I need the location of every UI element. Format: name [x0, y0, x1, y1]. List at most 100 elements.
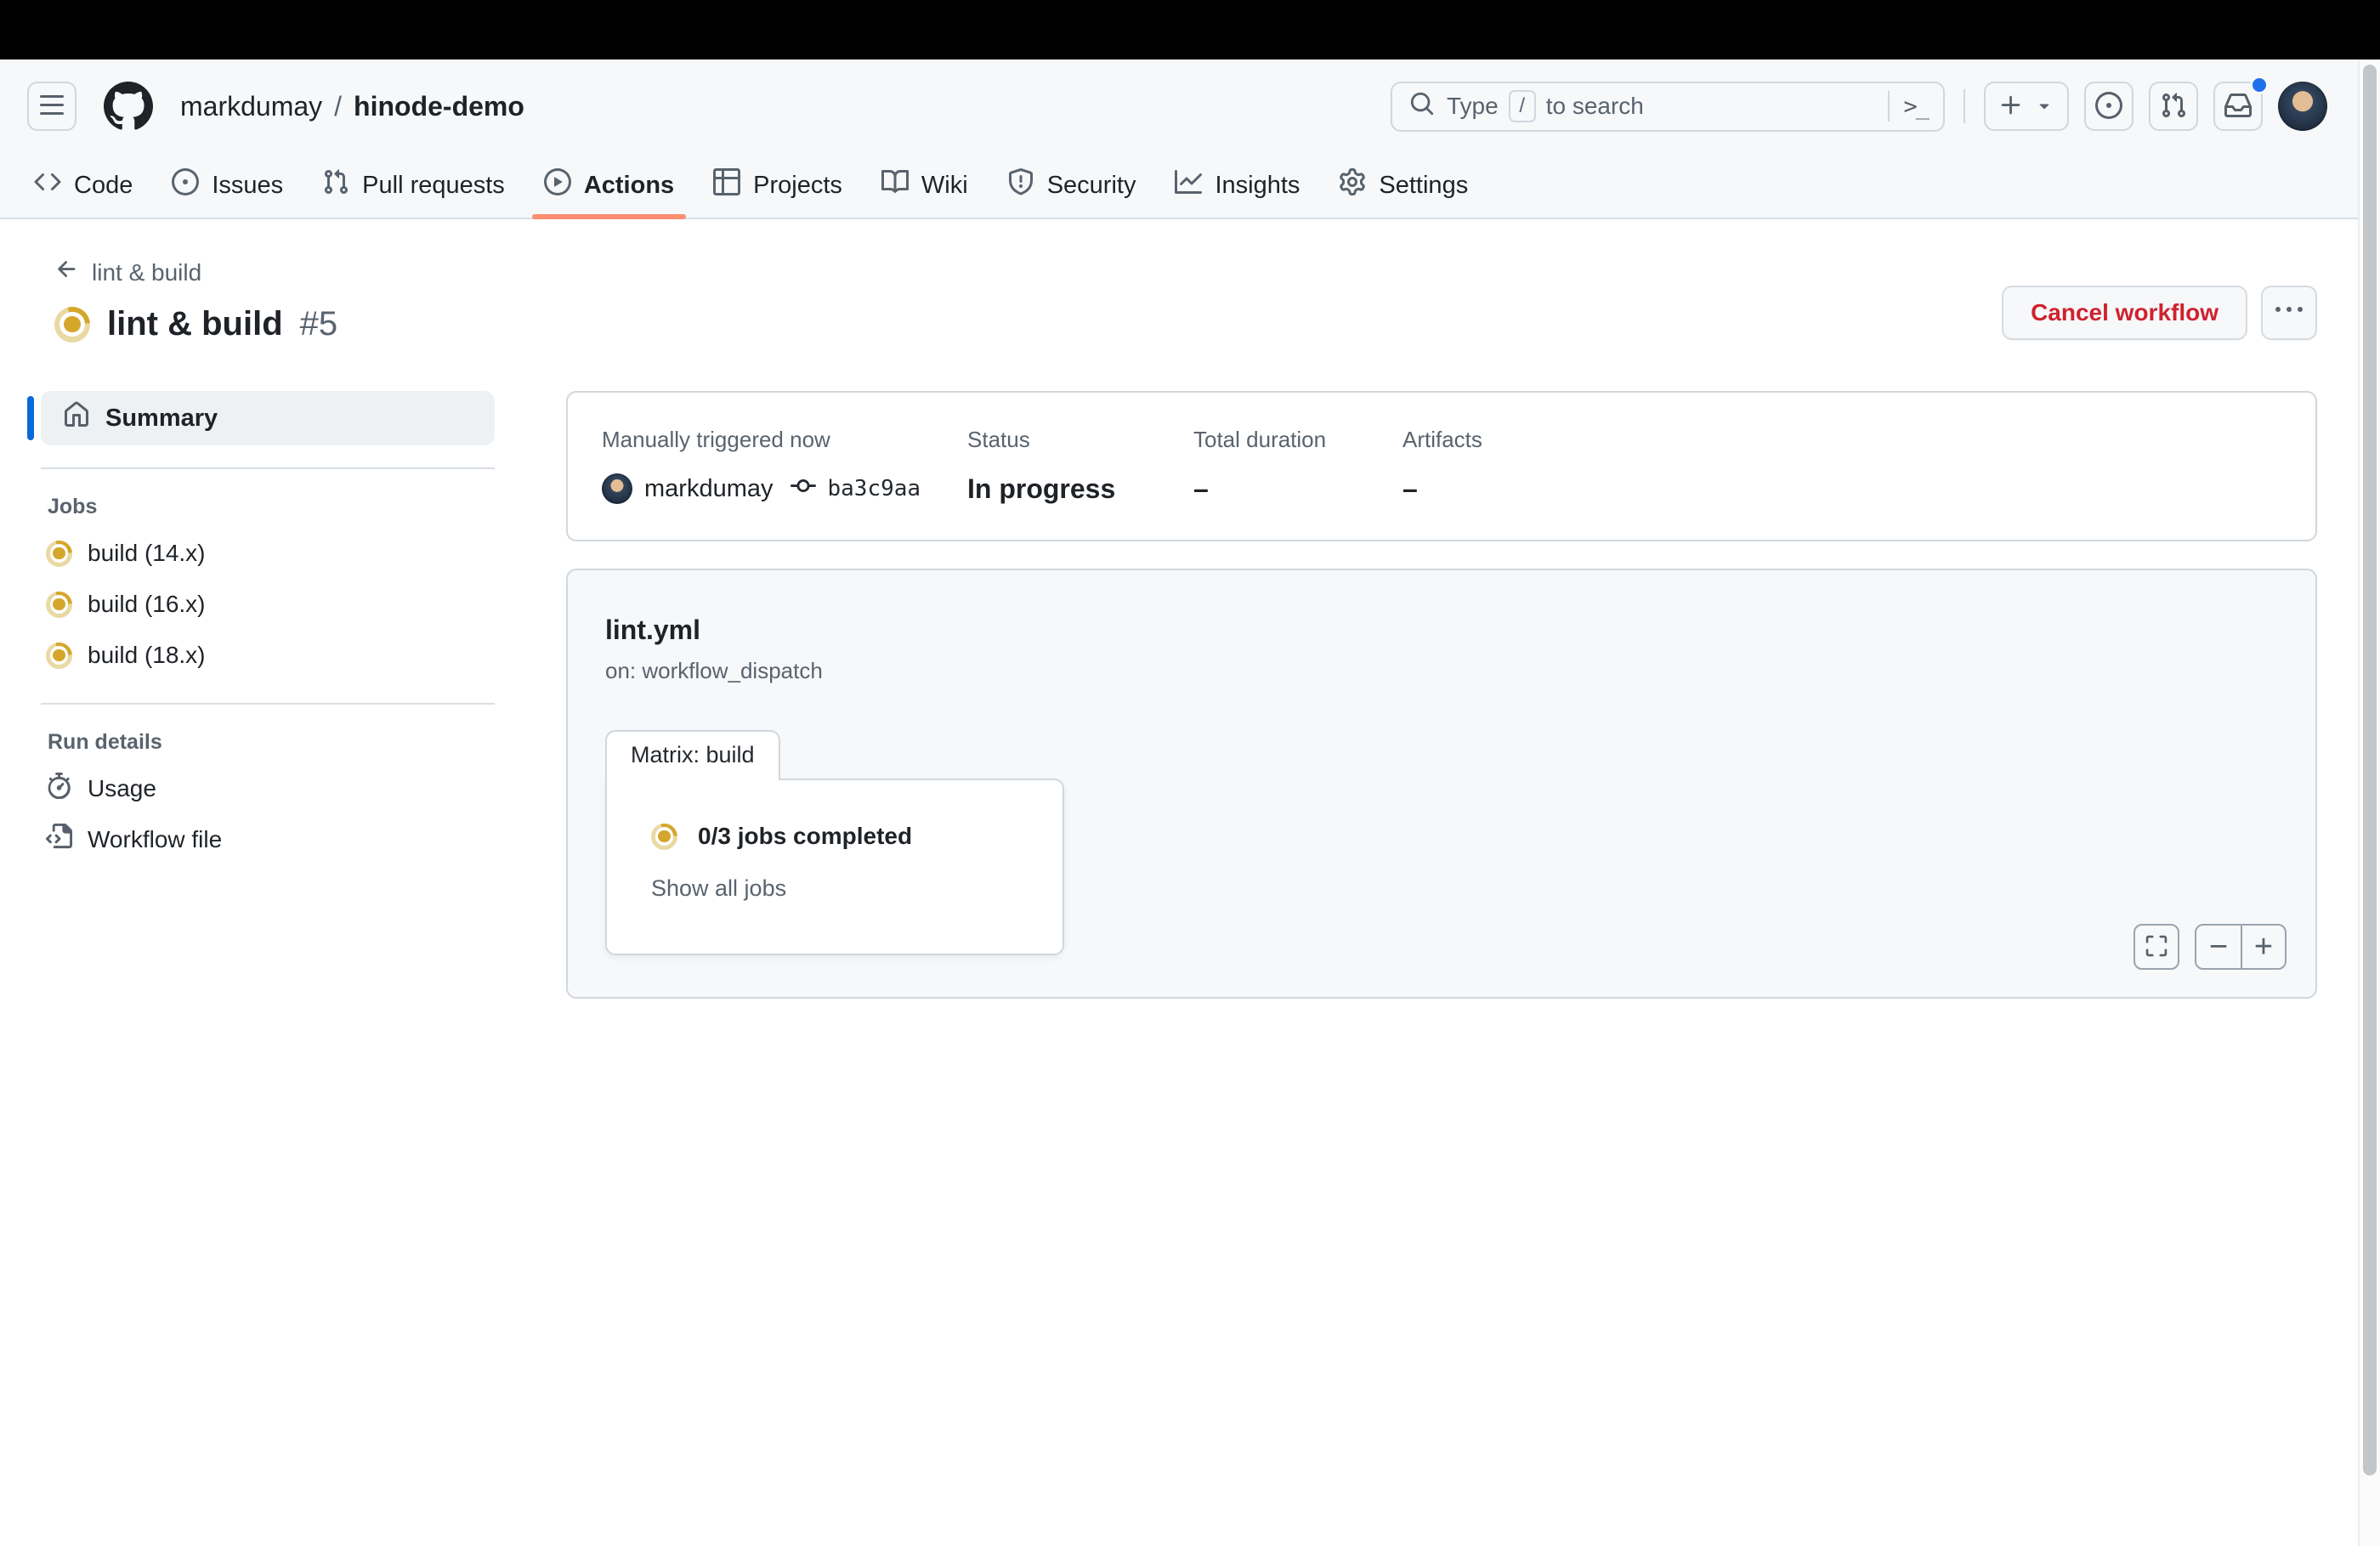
- trigger-label: Manually triggered now: [602, 427, 830, 452]
- search-placeholder-prefix: Type: [1447, 93, 1499, 119]
- search-placeholder-suffix: to search: [1545, 93, 1644, 119]
- tab-actions[interactable]: Actions: [530, 153, 688, 219]
- run-number: #5: [299, 305, 338, 343]
- tab-settings[interactable]: Settings: [1325, 153, 1482, 218]
- tab-issues[interactable]: Issues: [158, 153, 297, 218]
- tab-security[interactable]: Security: [994, 153, 1150, 218]
- create-new-button[interactable]: [1984, 82, 2069, 131]
- actor-login[interactable]: markdumay: [644, 475, 774, 503]
- matrix-job-node[interactable]: 0/3 jobs completed Show all jobs: [605, 779, 1064, 955]
- sidebar-item-summary[interactable]: Summary: [27, 391, 495, 445]
- back-link-label: lint & build: [92, 258, 202, 286]
- screen-full-icon: [2145, 934, 2168, 960]
- issues-global-button[interactable]: [2084, 82, 2134, 131]
- three-bars-icon: [38, 92, 65, 122]
- sidebar-job-item[interactable]: build (14.x): [46, 528, 495, 579]
- kebab-horizontal-icon: [2275, 297, 2303, 330]
- run-summary-card: Manually triggered now markdumay ba3c9aa…: [566, 391, 2317, 541]
- zoom-out-button[interactable]: −: [2196, 926, 2241, 968]
- table-icon: [713, 168, 741, 202]
- in-progress-status-icon: [46, 540, 72, 567]
- home-icon: [63, 401, 90, 435]
- artifacts-column: Artifacts –: [1402, 427, 1482, 506]
- workflow-graph-card: lint.yml on: workflow_dispatch Matrix: b…: [566, 569, 2317, 999]
- node-status-row: 0/3 jobs completed: [651, 823, 1062, 850]
- in-progress-status-icon: [651, 823, 677, 850]
- git-pull-request-icon: [322, 168, 349, 202]
- graph-controls: − +: [2134, 924, 2286, 970]
- arrow-left-icon: [54, 257, 80, 288]
- tab-insights[interactable]: Insights: [1161, 153, 1313, 218]
- run-title-row: lint & build #5: [54, 305, 337, 343]
- tab-wiki[interactable]: Wiki: [868, 153, 982, 218]
- slash-keycap: /: [1508, 90, 1536, 122]
- sidebar-divider: [41, 703, 495, 705]
- status-label: Status: [967, 427, 1030, 452]
- commit-sha-link[interactable]: ba3c9aa: [828, 476, 921, 501]
- tab-label: Code: [74, 171, 133, 199]
- stopwatch-icon: [46, 773, 72, 805]
- back-to-workflow-link[interactable]: lint & build: [54, 257, 201, 288]
- zoom-in-button[interactable]: +: [2241, 926, 2285, 968]
- show-all-jobs-link[interactable]: Show all jobs: [651, 875, 786, 902]
- tab-label: Insights: [1215, 171, 1300, 199]
- scrollbar-thumb[interactable]: [2363, 65, 2377, 1475]
- run-actions: Cancel workflow: [2002, 286, 2317, 340]
- tab-code[interactable]: Code: [20, 153, 146, 218]
- search-input[interactable]: Type / to search >_: [1391, 81, 1945, 132]
- breadcrumb-owner[interactable]: markdumay: [180, 91, 322, 122]
- run-title-block: lint & build lint & build #5: [54, 257, 337, 343]
- search-inner-divider: [1888, 91, 1890, 122]
- tab-label: Wiki: [921, 171, 968, 199]
- matrix-tab[interactable]: Matrix: build: [605, 730, 780, 780]
- job-label: build (18.x): [88, 642, 206, 668]
- notifications-wrap: [2213, 76, 2269, 131]
- command-palette-trigger[interactable]: >_: [1888, 91, 1930, 122]
- sidebar-job-item[interactable]: build (18.x): [46, 630, 495, 681]
- jobs-list: build (14.x) build (16.x) build (18.x): [27, 528, 495, 681]
- header-divider: [1964, 89, 1965, 123]
- artifacts-value: –: [1402, 473, 1418, 504]
- graph-icon: [1175, 168, 1203, 202]
- breadcrumb-separator: /: [334, 90, 343, 122]
- artifacts-label: Artifacts: [1402, 427, 1482, 452]
- run-main: Manually triggered now markdumay ba3c9aa…: [566, 391, 2317, 999]
- sidebar-item-label: Summary: [105, 404, 218, 432]
- page-content: lint & build lint & build #5 Cancel work…: [0, 219, 2380, 999]
- breadcrumb-repo[interactable]: hinode-demo: [354, 91, 524, 122]
- issue-opened-icon: [172, 168, 200, 202]
- run-layout: Summary Jobs build (14.x) build (16.x) b…: [27, 391, 2317, 999]
- trigger-column: Manually triggered now markdumay ba3c9aa: [602, 427, 967, 506]
- trigger-value: markdumay ba3c9aa: [602, 472, 967, 506]
- git-commit-icon: [790, 473, 816, 505]
- user-avatar[interactable]: [2278, 82, 2327, 131]
- in-progress-status-icon: [54, 306, 90, 343]
- sidebar-item-usage[interactable]: Usage: [46, 763, 495, 814]
- page-title: lint & build: [107, 305, 283, 343]
- sidebar-job-item[interactable]: build (16.x): [46, 579, 495, 630]
- page-scrollbar: [2358, 59, 2380, 1546]
- inbox-icon: [2224, 92, 2252, 122]
- sidebar-item-workflow-file[interactable]: Workflow file: [46, 814, 495, 865]
- tab-label: Pull requests: [362, 171, 505, 199]
- fullscreen-button[interactable]: [2134, 924, 2179, 970]
- git-pull-request-icon: [2160, 92, 2187, 122]
- tab-projects[interactable]: Projects: [700, 153, 856, 218]
- repo-tab-nav: Code Issues Pull requests Actions Projec…: [0, 153, 2380, 219]
- breadcrumb: markdumay / hinode-demo: [180, 91, 524, 122]
- search-placeholder: Type / to search: [1447, 90, 1876, 122]
- matrix-group: Matrix: build 0/3 jobs completed Show al…: [605, 730, 2278, 955]
- kebab-menu-button[interactable]: [2261, 286, 2317, 340]
- cancel-workflow-button[interactable]: Cancel workflow: [2002, 286, 2247, 340]
- pull-requests-global-button[interactable]: [2149, 82, 2198, 131]
- actor-avatar[interactable]: [602, 473, 632, 504]
- hamburger-menu-button[interactable]: [27, 82, 76, 131]
- run-details-heading: Run details: [48, 730, 162, 754]
- github-logo-icon[interactable]: [104, 82, 153, 131]
- duration-column: Total duration –: [1193, 427, 1402, 506]
- search-icon: [1409, 91, 1435, 122]
- workflow-file-name: lint.yml: [605, 614, 701, 645]
- jobs-heading: Jobs: [48, 495, 98, 518]
- play-icon: [543, 168, 571, 202]
- tab-pull-requests[interactable]: Pull requests: [309, 153, 518, 218]
